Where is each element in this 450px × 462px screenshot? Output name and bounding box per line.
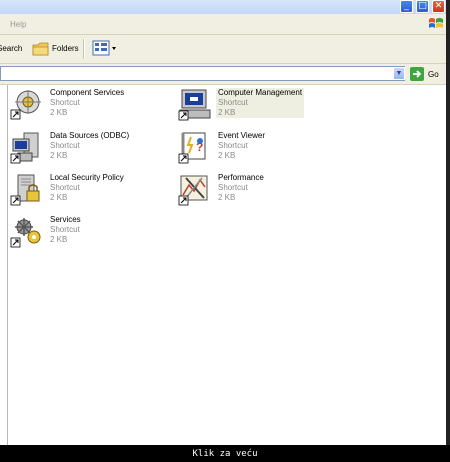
item-name: Data Sources (ODBC) [50,131,130,140]
menu-help[interactable]: Help [10,20,26,29]
item-size: 2 KB [218,108,236,117]
address-bar: ▼ Go [0,64,450,85]
menu-bar: Help [0,14,450,35]
item-size: 2 KB [50,193,68,202]
item-size: 2 KB [218,151,236,160]
windows-logo-icon [429,18,443,28]
left-pane-border [7,85,8,445]
search-button[interactable]: Search [0,44,22,53]
chevron-down-icon: ▼ [395,70,403,77]
item-type: Shortcut [218,141,248,150]
list-item[interactable]: ? Event Viewer Shortcut 2 KB [178,131,348,171]
address-input[interactable] [0,66,405,81]
component-services-icon [10,90,41,120]
performance-icon [178,175,208,206]
item-name: Event Viewer [218,131,265,140]
item-text: Performance Shortcut 2 KB [218,173,264,203]
views-icon [92,40,116,56]
item-text: Component Services Shortcut 2 KB [50,88,124,118]
item-text: Local Security Policy Shortcut 2 KB [50,173,124,203]
caption-bar[interactable]: Klik za veću [0,445,450,462]
maximize-button[interactable]: □ [416,0,429,13]
window-frame-edge [446,0,450,445]
minimize-button[interactable]: _ [400,0,413,13]
toolbar: Search Folders [0,35,450,64]
item-type: Shortcut [218,98,248,107]
list-item[interactable]: Services Shortcut 2 KB [10,215,180,255]
explorer-window: _ □ ✕ Help Search Folders [0,0,450,445]
item-size: 2 KB [50,151,68,160]
item-name: Services [50,215,81,224]
local-security-policy-icon [10,174,40,206]
list-item[interactable]: Data Sources (ODBC) Shortcut 2 KB [10,131,180,171]
item-text: Services Shortcut 2 KB [50,215,81,245]
maximize-icon: □ [418,1,427,11]
computer-management-icon [178,89,211,121]
item-type: Shortcut [50,225,80,234]
go-button[interactable] [410,67,424,81]
folder-icon [32,42,49,56]
list-item[interactable]: Component Services Shortcut 2 KB [10,88,180,128]
close-button[interactable]: ✕ [432,0,445,13]
list-item[interactable]: Computer Management Shortcut 2 KB [178,88,348,128]
item-name: Performance [218,173,264,182]
go-label: Go [428,70,439,79]
caption-text: Klik za veću [192,449,258,459]
item-size: 2 KB [50,108,68,117]
item-name: Computer Management [218,88,303,97]
item-text: Event Viewer Shortcut 2 KB [218,131,265,161]
item-size: 2 KB [50,235,68,244]
item-text: Data Sources (ODBC) Shortcut 2 KB [50,131,129,161]
event-viewer-icon: ? [178,132,206,164]
views-button[interactable] [92,39,118,59]
item-size: 2 KB [218,193,236,202]
item-type: Shortcut [50,141,80,150]
minimize-icon: _ [404,1,409,11]
services-icon [10,218,41,248]
data-sources-icon [10,132,39,164]
item-type: Shortcut [50,98,80,107]
item-type: Shortcut [218,183,248,192]
item-text: Computer Management Shortcut 2 KB [216,88,305,118]
item-type: Shortcut [50,183,80,192]
item-name: Component Services [50,88,125,97]
close-icon: ✕ [434,1,443,11]
go-arrow-icon [413,70,422,78]
address-dropdown-button[interactable]: ▼ [393,67,405,80]
folders-label: Folders [52,44,79,53]
list-item[interactable]: Local Security Policy Shortcut 2 KB [10,173,180,213]
item-name: Local Security Policy [50,173,124,182]
toolbar-separator [83,39,85,59]
list-item[interactable]: Performance Shortcut 2 KB [178,173,348,213]
title-bar: _ □ ✕ [0,0,450,14]
